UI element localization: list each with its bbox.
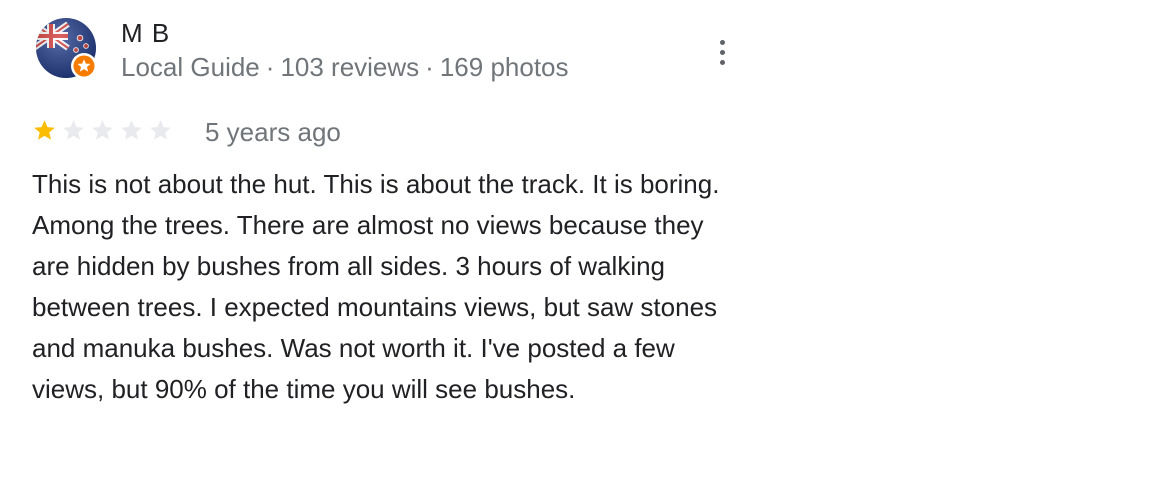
star-empty-icon — [150, 120, 171, 140]
more-dot — [719, 39, 725, 45]
more-dot — [719, 49, 725, 55]
more-dot — [719, 59, 725, 65]
more-vert-icon[interactable] — [708, 34, 736, 70]
reviewer-name[interactable]: M B — [121, 18, 170, 49]
photos-count: 169 photos — [439, 52, 569, 82]
review-card: M B Local Guide · 103 reviews · 169 photos 5… — [0, 0, 1160, 483]
star-empty-icon — [121, 120, 142, 140]
star-empty-icon — [92, 120, 113, 140]
review-text: This is not about the hut. This is about… — [32, 169, 720, 404]
reviewer-meta: Local Guide · 103 reviews · 169 photos — [121, 52, 569, 83]
local-guide-star-icon — [70, 52, 98, 80]
local-guide-label: Local Guide — [121, 52, 260, 82]
reviews-count: 103 reviews — [280, 52, 420, 82]
review-time: 5 years ago — [205, 117, 341, 147]
reviewer-avatar[interactable] — [34, 16, 98, 80]
star-empty-icon — [63, 120, 84, 140]
star-filled-icon — [34, 120, 55, 140]
star-rating — [32, 118, 173, 143]
meta-separator: · — [425, 52, 434, 82]
meta-separator: · — [265, 52, 275, 82]
